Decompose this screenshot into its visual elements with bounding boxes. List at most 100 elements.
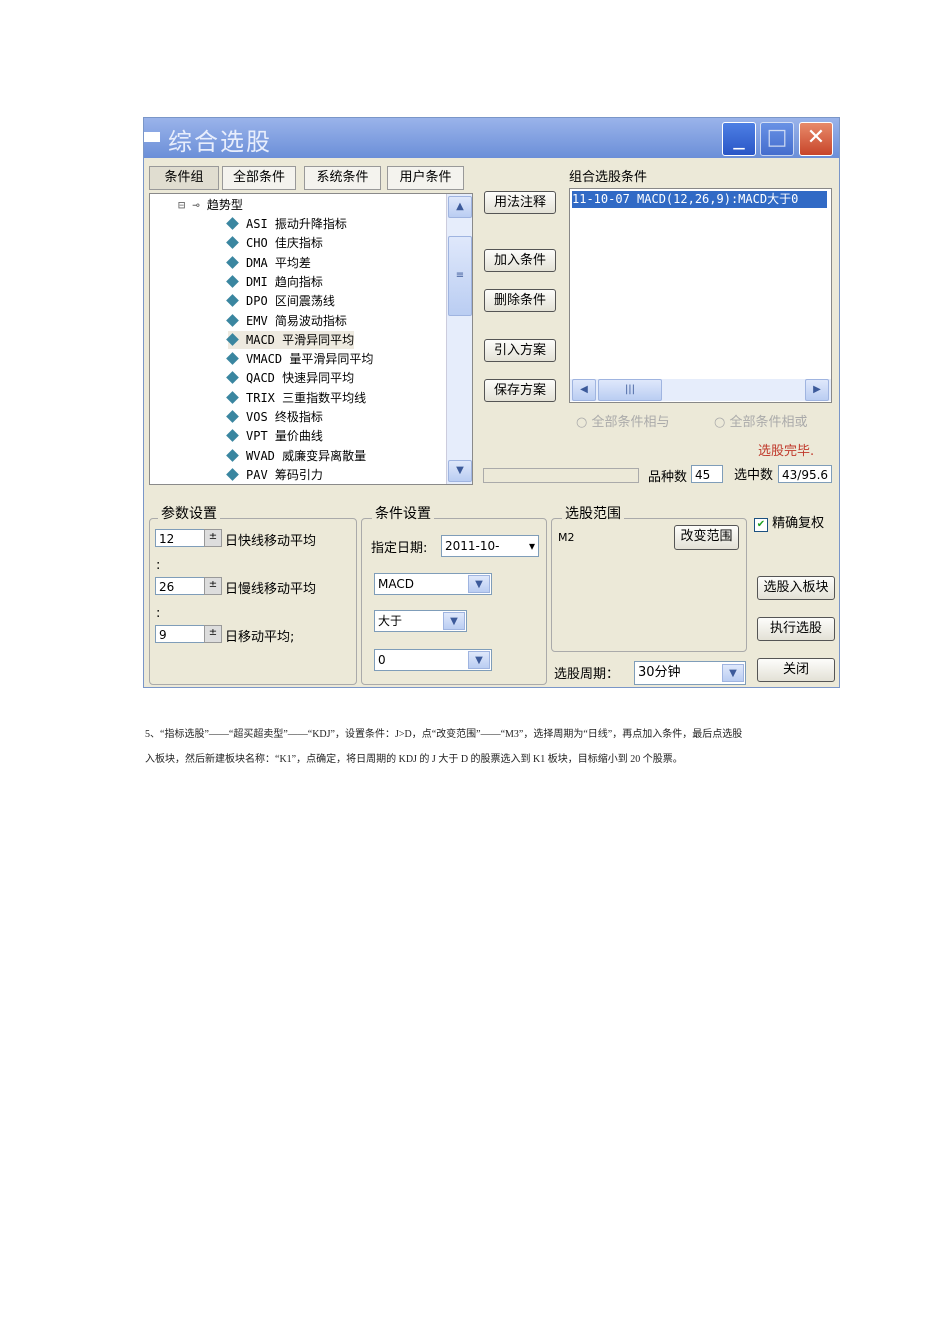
save-plan-button[interactable]: 保存方案 (484, 379, 556, 402)
tree-item[interactable]: ASI 振动升降指标 (226, 215, 347, 233)
value-value: 0 (378, 653, 386, 667)
import-plan-button[interactable]: 引入方案 (484, 339, 556, 362)
tree-item[interactable]: TRIX 三重指数平均线 (226, 389, 366, 407)
param-input[interactable]: 26 (155, 577, 205, 595)
tree-item[interactable]: MACD 平滑异同平均 (226, 330, 355, 349)
tree-scrollbar[interactable]: ▲ ≡ ▼ (446, 194, 472, 484)
tree-item-label: DMI 趋向指标 (246, 274, 323, 289)
window-title: 综合选股 (168, 128, 272, 156)
condition-item[interactable]: 11-10-07 MACD(12,26,9):MACD大于0 (572, 191, 827, 208)
selected-value: 43/95.6 (778, 465, 832, 483)
tree-item-label: DMA 平均差 (246, 255, 311, 270)
tree-item[interactable]: VOS 终极指标 (226, 408, 323, 426)
operator-value: 大于 (378, 614, 403, 628)
scroll-right-icon[interactable]: ▶ (805, 379, 829, 401)
operator-select[interactable]: 大于 ▼ (374, 610, 467, 632)
radio-all-or[interactable]: ○ 全部条件相或 (714, 411, 808, 430)
tree-item-label: QACD 快速异同平均 (246, 371, 355, 386)
spinner-icon[interactable]: ± (204, 529, 222, 547)
tree-item[interactable]: PAV 筹码引力 (226, 466, 323, 484)
indicator-icon (226, 236, 239, 250)
tree-item-label: ASI 振动升降指标 (246, 217, 347, 231)
tree-item[interactable]: VPT 量价曲线 (226, 427, 323, 445)
tree-group-trend[interactable]: ⊟ ⊸ 趋势型 (178, 196, 243, 214)
tab-all-conditions[interactable]: 全部条件 (222, 166, 296, 190)
date-label: 指定日期: (371, 541, 428, 556)
title-bar: 综合选股 _ □ ✕ (144, 118, 839, 158)
period-select[interactable]: 30分钟 ▼ (634, 661, 746, 685)
indicator-icon (226, 371, 239, 385)
spinner-icon[interactable]: ± (204, 625, 222, 643)
period-value: 30分钟 (638, 665, 681, 680)
indicator-icon (226, 448, 239, 462)
tree-item-label: WVAD 威廉变异离散量 (246, 448, 367, 463)
range-label: 选股范围 (562, 503, 624, 523)
tree-item-label: VMACD 量平滑异同平均 (246, 352, 374, 367)
spinner-icon[interactable]: ± (204, 577, 222, 595)
dropdown-arrow-icon[interactable]: ▾ (529, 536, 535, 556)
radio-all-and[interactable]: ○ 全部条件相与 (576, 411, 670, 430)
indicator-icon (226, 352, 239, 365)
radio-and-label: 全部条件相与 (591, 415, 670, 430)
param-label: 日移动平均; (225, 630, 295, 645)
scroll-thumb[interactable]: ≡ (448, 236, 472, 316)
tab-user-conditions[interactable]: 用户条件 (387, 166, 464, 190)
tree-item-label: DPO 区间震荡线 (246, 294, 335, 309)
date-picker[interactable]: 2011-10- ▾ (441, 535, 539, 557)
close-window-button[interactable]: ✕ (799, 122, 833, 156)
delete-condition-button[interactable]: 删除条件 (484, 289, 556, 312)
chevron-down-icon[interactable]: ▼ (468, 651, 490, 669)
tree-item[interactable]: EMV 简易波动指标 (226, 312, 347, 330)
range-value: M2 (558, 531, 575, 544)
add-condition-button[interactable]: 加入条件 (484, 249, 556, 272)
hscroll-thumb[interactable]: ||| (598, 379, 662, 401)
tab-system-conditions[interactable]: 系统条件 (304, 166, 381, 190)
indicator-icon (226, 313, 239, 327)
tree-item[interactable]: DMA 平均差 (226, 254, 311, 272)
doc-line-1: 5、“指标选股”——“超买超卖型”——“KDJ”，设置条件：J>D，点“改变范围… (145, 729, 743, 740)
tree-item[interactable]: DPO 区间震荡线 (226, 292, 335, 310)
exact-adjust-checkbox[interactable]: ✔ 精确复权 (754, 512, 824, 532)
tree-item[interactable]: DMI 趋向指标 (226, 273, 323, 291)
indicator-icon (226, 332, 239, 346)
tree-item-label: MACD 平滑异同平均 (246, 332, 355, 347)
indicator-icon (226, 217, 239, 230)
status-done: 选股完毕. (758, 444, 815, 459)
tab-condition-group[interactable]: 条件组 (149, 166, 219, 190)
execute-button[interactable]: 执行选股 (757, 617, 835, 641)
progress-bar (483, 468, 639, 483)
scroll-down-icon[interactable]: ▼ (448, 460, 472, 482)
indicator-select[interactable]: MACD ▼ (374, 573, 492, 595)
chevron-down-icon[interactable]: ▼ (443, 612, 465, 630)
param-input[interactable]: 9 (155, 625, 205, 643)
scroll-left-icon[interactable]: ◀ (572, 379, 596, 401)
tree-item[interactable]: CHO 佳庆指标 (226, 234, 323, 252)
maximize-button[interactable]: □ (760, 122, 794, 156)
indicator-icon (226, 429, 239, 443)
usage-notes-button[interactable]: 用法注释 (484, 191, 556, 214)
radio-or-label: 全部条件相或 (729, 415, 808, 430)
checkmark-icon: ✔ (754, 518, 768, 532)
indicator-icon (226, 294, 239, 308)
tree-item[interactable]: WVAD 威廉变异离散量 (226, 447, 367, 465)
param-input[interactable]: 12 (155, 529, 205, 547)
tree-item[interactable]: VMACD 量平滑异同平均 (226, 350, 374, 368)
tree-item[interactable]: QACD 快速异同平均 (226, 369, 355, 387)
to-block-button[interactable]: 选股入板块 (757, 576, 835, 600)
value-select[interactable]: 0 ▼ (374, 649, 492, 671)
conditions-hscrollbar[interactable]: ◀ ||| ▶ (570, 379, 831, 401)
tree-item-label: VPT 量价曲线 (246, 429, 323, 444)
indicator-value: MACD (378, 577, 414, 591)
scroll-up-icon[interactable]: ▲ (448, 196, 472, 218)
tree-group-label: 趋势型 (206, 198, 243, 212)
close-button[interactable]: 关闭 (757, 658, 835, 682)
param-label: 日快线移动平均 (225, 534, 317, 549)
conditions-list[interactable]: 11-10-07 MACD(12,26,9):MACD大于0 ◀ ||| ▶ (569, 188, 832, 403)
chevron-down-icon[interactable]: ▼ (722, 664, 744, 682)
indicator-icon (226, 255, 239, 269)
indicator-icon (226, 275, 239, 288)
change-range-button[interactable]: 改变范围 (674, 525, 739, 550)
minimize-button[interactable]: _ (722, 122, 756, 156)
chevron-down-icon[interactable]: ▼ (468, 575, 490, 593)
condition-tree[interactable]: ⊟ ⊸ 趋势型 ASI 振动升降指标 CHO 佳庆指标 DMA 平均差 DMI 趋向指… (149, 193, 473, 485)
